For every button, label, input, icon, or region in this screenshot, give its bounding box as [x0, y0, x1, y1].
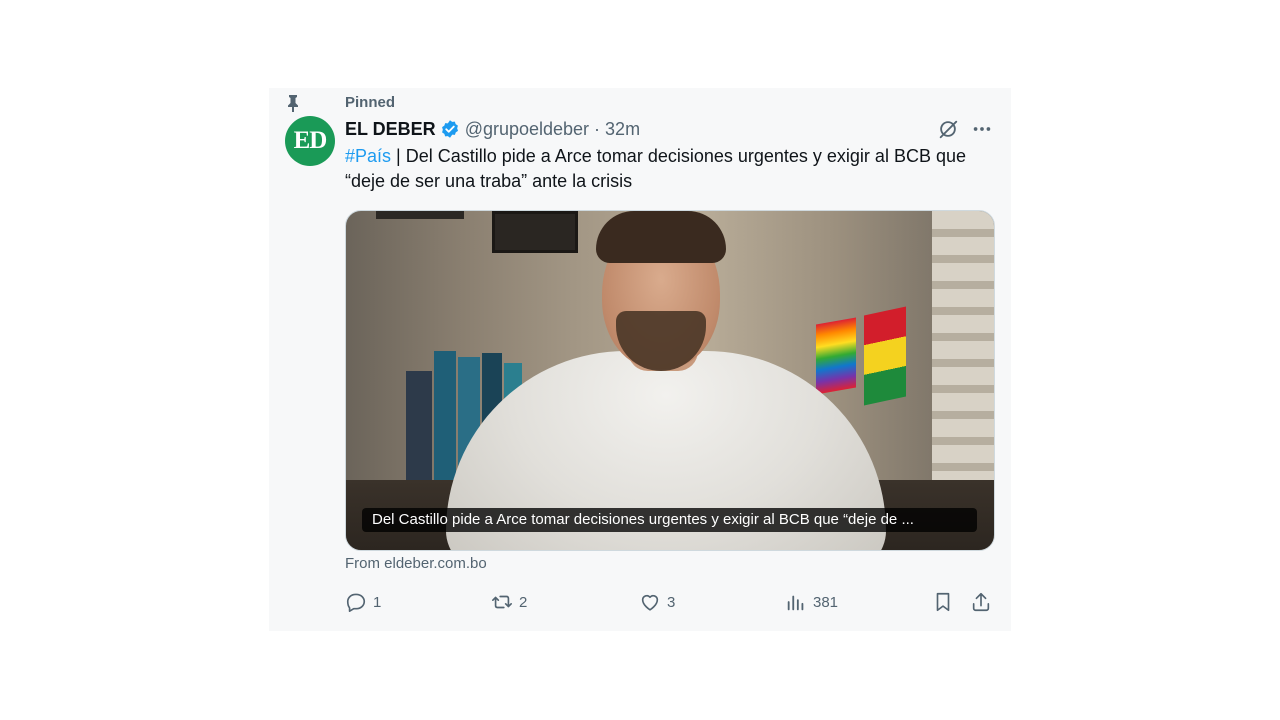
bookmark-button[interactable]	[932, 591, 960, 613]
pinned-label: Pinned	[345, 93, 396, 111]
grok-icon[interactable]	[937, 118, 959, 140]
repost-button[interactable]: 2	[491, 591, 527, 613]
share-button[interactable]	[970, 591, 998, 613]
pinned-indicator: Pinned	[288, 92, 396, 112]
views-chart-icon	[787, 595, 804, 611]
views-button[interactable]: 381	[785, 591, 838, 613]
repost-count: 2	[519, 593, 528, 611]
verified-badge-icon	[441, 120, 458, 138]
link-source[interactable]: From eldeber.com.bo	[345, 555, 487, 572]
author-handle[interactable]: @grupoeldeber	[465, 119, 589, 140]
repost-icon	[492, 595, 512, 609]
reply-button[interactable]: 1	[345, 591, 381, 613]
wiphala-flag	[816, 317, 856, 395]
video-caption: Del Castillo pide a Arce tomar decisione…	[362, 508, 977, 532]
tweet-text: #País | Del Castillo pide a Arce tomar d…	[345, 144, 985, 194]
more-options-icon[interactable]	[971, 118, 993, 140]
like-button[interactable]: 3	[639, 591, 675, 613]
like-count: 3	[667, 593, 676, 611]
share-icon	[972, 592, 990, 612]
action-bar: 1 2 3 381	[345, 591, 993, 615]
author-name[interactable]: EL DEBER	[345, 119, 436, 140]
bolivia-flag	[864, 306, 906, 406]
avatar[interactable]: ED	[285, 116, 335, 166]
reply-icon	[346, 593, 366, 612]
bookmark-icon	[936, 592, 950, 612]
reply-count: 1	[373, 593, 382, 611]
separator-dot: ·	[594, 118, 601, 139]
tweet-body: | Del Castillo pide a Arce tomar decisio…	[345, 146, 966, 191]
tweet-card[interactable]: Pinned ED EL DEBER @grupoeldeber · 32m #…	[269, 88, 1011, 631]
tweet-header: EL DEBER @grupoeldeber · 32m	[345, 118, 640, 140]
person-hair	[596, 211, 726, 263]
heart-icon	[641, 594, 659, 611]
video-thumbnail[interactable]: Del Castillo pide a Arce tomar decisione…	[345, 210, 995, 551]
hashtag-link[interactable]: #País	[345, 146, 391, 166]
view-count: 381	[813, 593, 839, 611]
pin-icon	[288, 95, 298, 112]
timestamp[interactable]: 32m	[605, 119, 640, 140]
wall-frame	[376, 211, 464, 219]
wall-picture	[492, 211, 578, 253]
